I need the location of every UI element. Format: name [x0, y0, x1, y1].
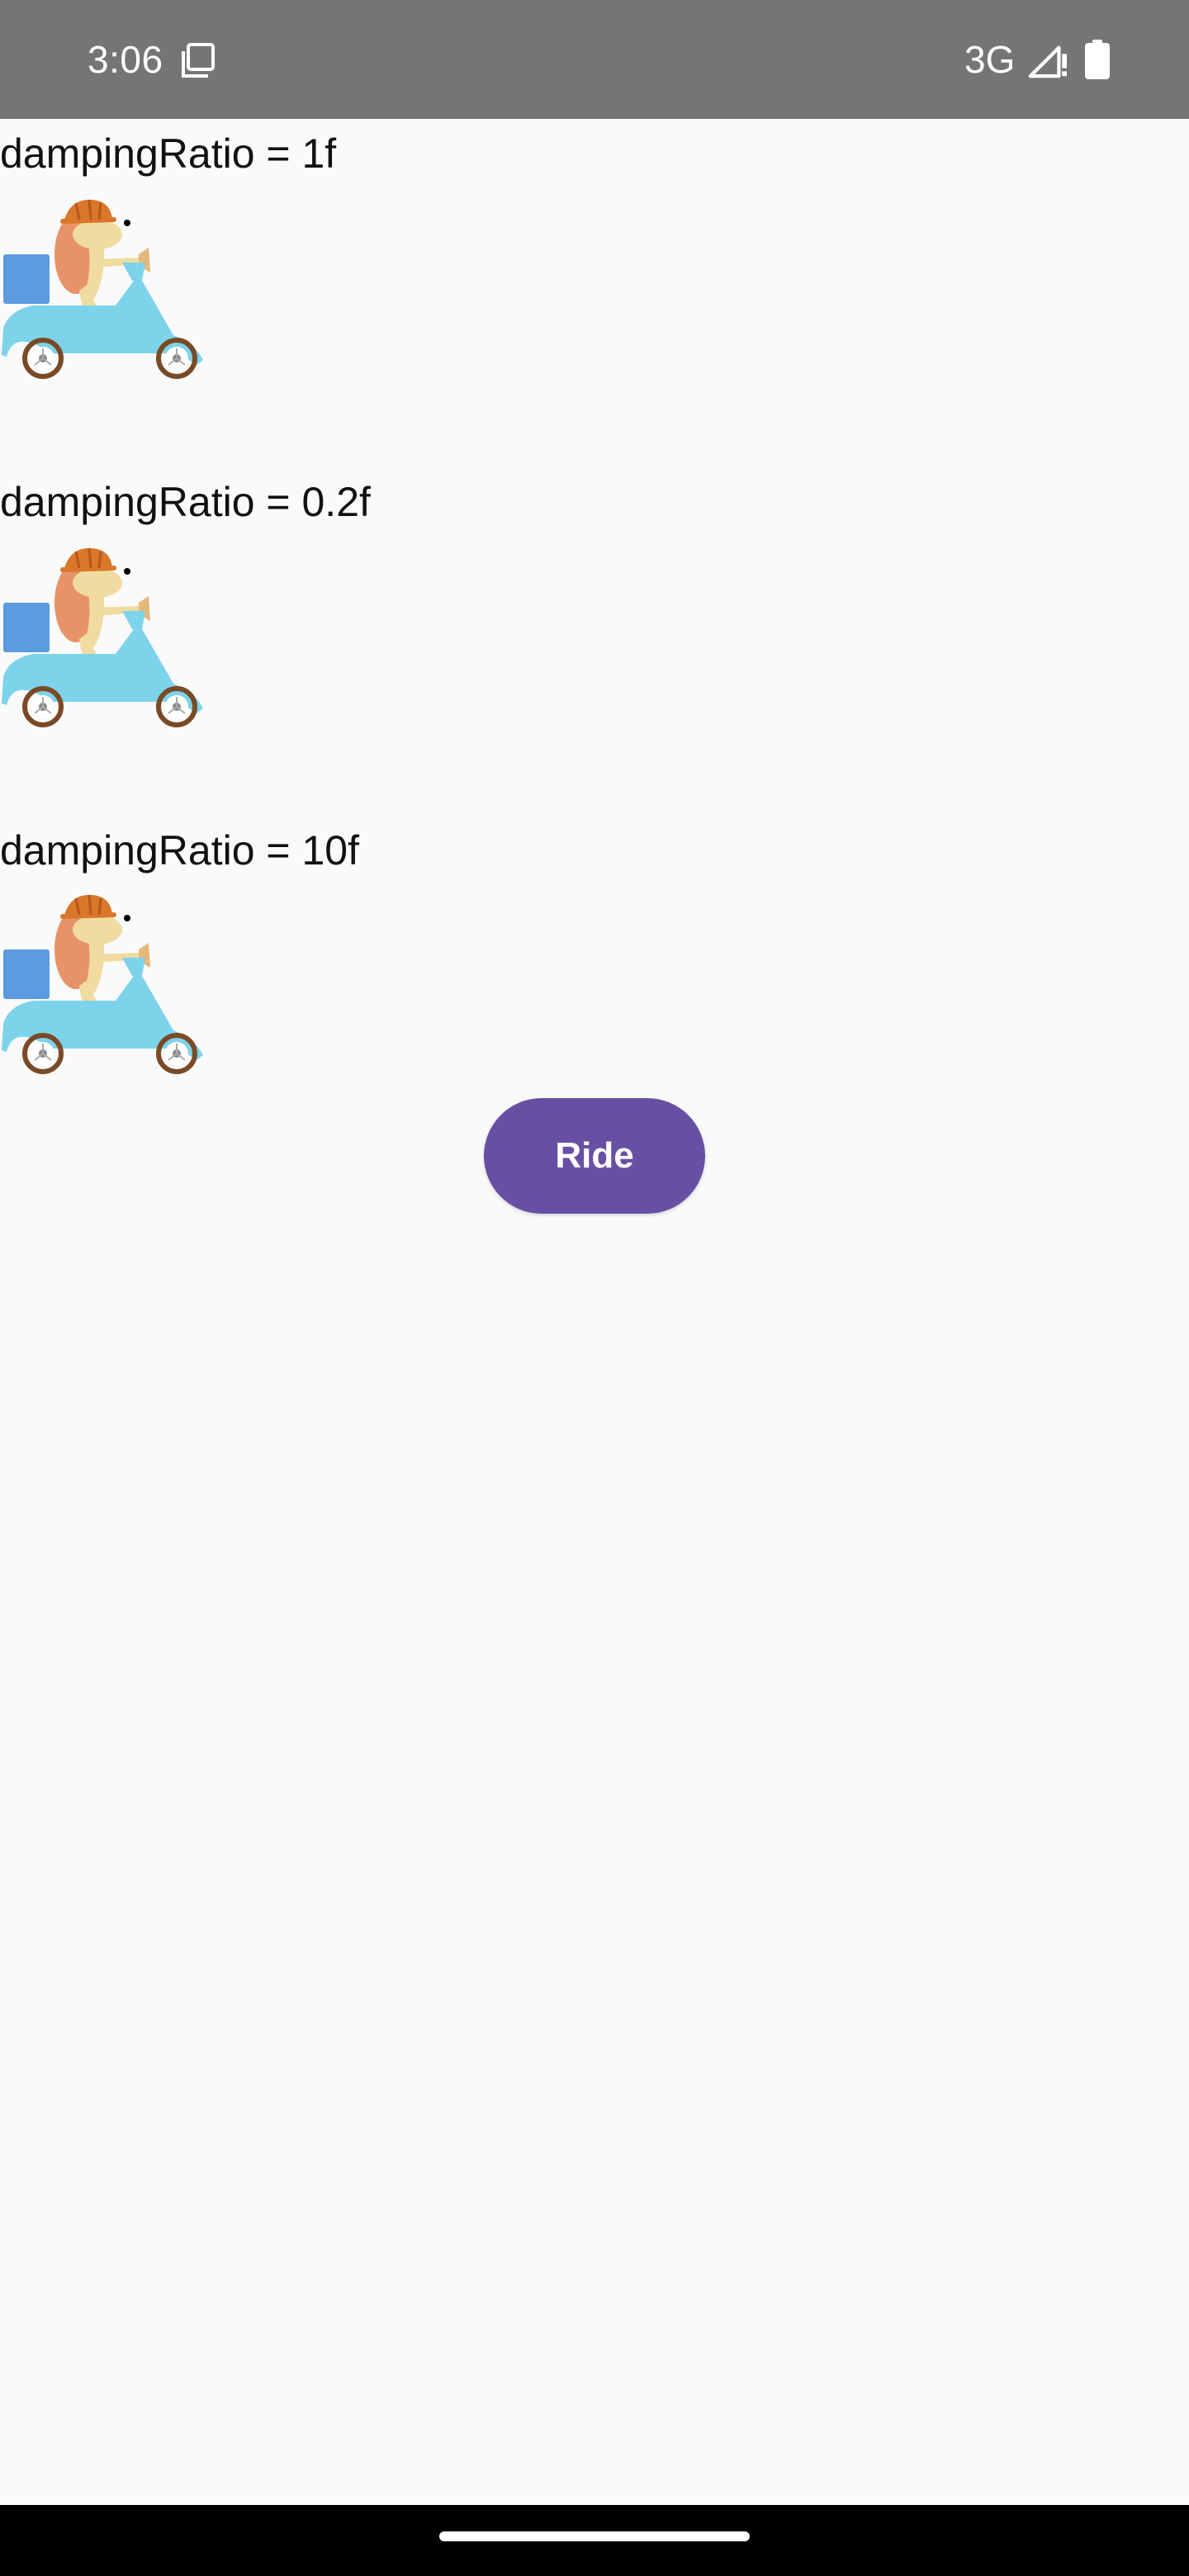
status-time: 3:06 — [88, 38, 163, 81]
status-bar: 3:06 3G — [0, 0, 1189, 119]
home-indicator[interactable] — [439, 2531, 750, 2541]
demo-label-3: dampingRatio = 10f — [0, 827, 360, 874]
scooter-rider-image — [2, 199, 203, 379]
scooter-rider-image — [2, 894, 203, 1074]
scooter-rider-image — [2, 547, 203, 727]
battery-icon — [1085, 40, 1110, 79]
demo-label-2: dampingRatio = 0.2f — [0, 479, 371, 525]
signal-icon — [1028, 45, 1067, 78]
demo-label-1: dampingRatio = 1f — [0, 130, 337, 177]
network-type: 3G — [964, 38, 1016, 81]
screenshot-icon — [182, 43, 215, 78]
navigation-bar — [0, 2505, 1189, 2576]
ride-button[interactable]: Ride — [484, 1098, 705, 1214]
